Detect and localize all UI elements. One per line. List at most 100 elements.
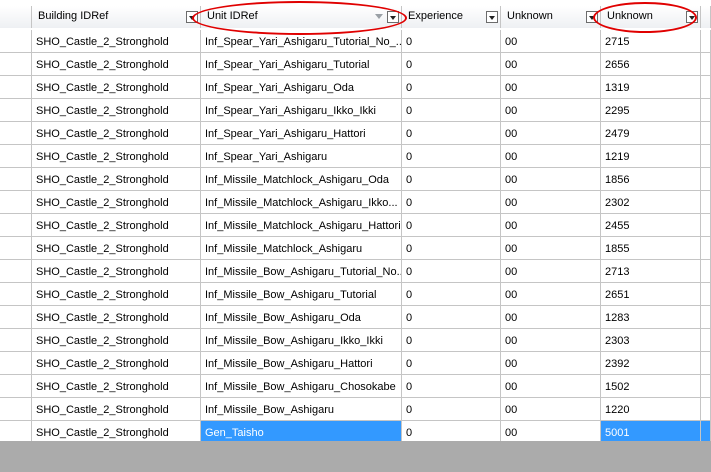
row-header[interactable] [0, 99, 32, 122]
unknown-1-cell[interactable]: 00 [501, 30, 601, 53]
experience-cell[interactable]: 0 [402, 237, 501, 260]
unit-idref-cell[interactable]: Inf_Missile_Bow_Ashigaru_Ikko_Ikki [201, 329, 402, 352]
unknown-2-cell[interactable]: 2302 [601, 191, 701, 214]
unit-idref-cell[interactable]: Inf_Spear_Yari_Ashigaru_Hattori [201, 122, 402, 145]
unknown-2-cell[interactable]: 2479 [601, 122, 701, 145]
building-idref-cell[interactable]: SHO_Castle_2_Stronghold [32, 168, 201, 191]
unit-idref-cell[interactable]: Inf_Missile_Bow_Ashigaru_Tutorial_No... [201, 260, 402, 283]
row-header[interactable] [0, 214, 32, 237]
experience-cell[interactable]: 0 [402, 76, 501, 99]
unknown-2-cell[interactable]: 1319 [601, 76, 701, 99]
unit-idref-cell[interactable]: Inf_Missile_Bow_Ashigaru [201, 398, 402, 421]
unknown-1-cell[interactable]: 00 [501, 421, 601, 441]
unknown-2-cell[interactable]: 2392 [601, 352, 701, 375]
row-header[interactable] [0, 168, 32, 191]
unknown-1-cell[interactable]: 00 [501, 76, 601, 99]
experience-cell[interactable]: 0 [402, 329, 501, 352]
column-header-experience[interactable]: Experience [402, 6, 501, 28]
unknown-1-cell[interactable]: 00 [501, 191, 601, 214]
table-row[interactable]: SHO_Castle_2_Stronghold Inf_Spear_Yari_As… [0, 99, 711, 122]
row-header[interactable] [0, 329, 32, 352]
table-row[interactable]: SHO_Castle_2_Stronghold Inf_Spear_Yari_As… [0, 76, 711, 99]
row-header[interactable] [0, 283, 32, 306]
table-row[interactable]: SHO_Castle_2_Stronghold Gen_Taisho 0 00 5001 [0, 421, 711, 441]
experience-cell[interactable]: 0 [402, 375, 501, 398]
table-row[interactable]: SHO_Castle_2_Stronghold Inf_Spear_Yari_As… [0, 122, 711, 145]
unknown-2-cell[interactable]: 1283 [601, 306, 701, 329]
row-header[interactable] [0, 145, 32, 168]
experience-cell[interactable]: 0 [402, 145, 501, 168]
unknown-1-cell[interactable]: 00 [501, 99, 601, 122]
table-row[interactable]: SHO_Castle_2_Stronghold Inf_Missile_Match… [0, 237, 711, 260]
building-idref-cell[interactable]: SHO_Castle_2_Stronghold [32, 421, 201, 441]
row-header[interactable] [0, 191, 32, 214]
building-idref-cell[interactable]: SHO_Castle_2_Stronghold [32, 145, 201, 168]
table-row[interactable]: SHO_Castle_2_Stronghold Inf_Missile_Match… [0, 168, 711, 191]
building-idref-cell[interactable]: SHO_Castle_2_Stronghold [32, 53, 201, 76]
building-idref-cell[interactable]: SHO_Castle_2_Stronghold [32, 76, 201, 99]
building-idref-cell[interactable]: SHO_Castle_2_Stronghold [32, 398, 201, 421]
row-header[interactable] [0, 122, 32, 145]
row-header[interactable] [0, 421, 32, 441]
unit-idref-cell[interactable]: Inf_Spear_Yari_Ashigaru_Ikko_Ikki [201, 99, 402, 122]
unknown-2-cell[interactable]: 2651 [601, 283, 701, 306]
unit-idref-cell[interactable]: Inf_Spear_Yari_Ashigaru [201, 145, 402, 168]
building-idref-cell[interactable]: SHO_Castle_2_Stronghold [32, 191, 201, 214]
table-row[interactable]: SHO_Castle_2_Stronghold Inf_Missile_Match… [0, 191, 711, 214]
row-header[interactable] [0, 375, 32, 398]
experience-cell[interactable]: 0 [402, 122, 501, 145]
building-idref-cell[interactable]: SHO_Castle_2_Stronghold [32, 237, 201, 260]
unknown-1-cell[interactable]: 00 [501, 283, 601, 306]
row-header[interactable] [0, 352, 32, 375]
building-idref-cell[interactable]: SHO_Castle_2_Stronghold [32, 99, 201, 122]
building-idref-cell[interactable]: SHO_Castle_2_Stronghold [32, 260, 201, 283]
unknown-2-cell[interactable]: 2303 [601, 329, 701, 352]
row-header[interactable] [0, 398, 32, 421]
unknown-1-cell[interactable]: 00 [501, 375, 601, 398]
unknown-1-cell[interactable]: 00 [501, 53, 601, 76]
unknown-2-cell[interactable]: 5001 [601, 421, 701, 441]
unit-idref-cell[interactable]: Inf_Missile_Matchlock_Ashigaru_Hattori [201, 214, 402, 237]
unit-idref-cell[interactable]: Inf_Missile_Matchlock_Ashigaru_Oda [201, 168, 402, 191]
unit-idref-cell[interactable]: Inf_Missile_Matchlock_Ashigaru_Ikko... [201, 191, 402, 214]
unknown-2-cell[interactable]: 1502 [601, 375, 701, 398]
experience-cell[interactable]: 0 [402, 421, 501, 441]
experience-cell[interactable]: 0 [402, 352, 501, 375]
unknown-1-cell[interactable]: 00 [501, 260, 601, 283]
table-row[interactable]: SHO_Castle_2_Stronghold Inf_Spear_Yari_As… [0, 53, 711, 76]
unknown-2-cell[interactable]: 2295 [601, 99, 701, 122]
table-row[interactable]: SHO_Castle_2_Stronghold Inf_Missile_Bow_A… [0, 398, 711, 421]
experience-cell[interactable]: 0 [402, 53, 501, 76]
unit-idref-cell[interactable]: Inf_Missile_Bow_Ashigaru_Tutorial [201, 283, 402, 306]
row-header[interactable] [0, 76, 32, 99]
unknown-1-cell[interactable]: 00 [501, 237, 601, 260]
table-row[interactable]: SHO_Castle_2_Stronghold Inf_Missile_Match… [0, 214, 711, 237]
building-idref-cell[interactable]: SHO_Castle_2_Stronghold [32, 214, 201, 237]
unknown-1-cell[interactable]: 00 [501, 352, 601, 375]
table-row[interactable]: SHO_Castle_2_Stronghold Inf_Missile_Bow_A… [0, 306, 711, 329]
table-row[interactable]: SHO_Castle_2_Stronghold Inf_Missile_Bow_A… [0, 375, 711, 398]
column-header-unknown-1[interactable]: Unknown [501, 6, 601, 28]
experience-cell[interactable]: 0 [402, 398, 501, 421]
experience-cell[interactable]: 0 [402, 306, 501, 329]
experience-cell[interactable]: 0 [402, 283, 501, 306]
unknown-2-cell[interactable]: 1220 [601, 398, 701, 421]
unknown-2-cell[interactable]: 1855 [601, 237, 701, 260]
unit-idref-cell[interactable]: Inf_Spear_Yari_Ashigaru_Oda [201, 76, 402, 99]
table-row[interactable]: SHO_Castle_2_Stronghold Inf_Missile_Bow_A… [0, 260, 711, 283]
unknown-2-cell[interactable]: 2656 [601, 53, 701, 76]
building-idref-cell[interactable]: SHO_Castle_2_Stronghold [32, 122, 201, 145]
unknown-2-cell[interactable]: 2455 [601, 214, 701, 237]
unit-idref-cell[interactable]: Inf_Missile_Bow_Ashigaru_Chosokabe [201, 375, 402, 398]
unit-idref-cell[interactable]: Inf_Missile_Matchlock_Ashigaru [201, 237, 402, 260]
unknown-1-cell[interactable]: 00 [501, 214, 601, 237]
unknown-2-cell[interactable]: 2715 [601, 30, 701, 53]
unknown-2-cell[interactable]: 1219 [601, 145, 701, 168]
table-row[interactable]: SHO_Castle_2_Stronghold Inf_Missile_Bow_A… [0, 352, 711, 375]
unit-idref-cell[interactable]: Inf_Missile_Bow_Ashigaru_Hattori [201, 352, 402, 375]
unknown-1-cell[interactable]: 00 [501, 168, 601, 191]
experience-cell[interactable]: 0 [402, 168, 501, 191]
experience-cell[interactable]: 0 [402, 191, 501, 214]
row-header[interactable] [0, 53, 32, 76]
row-header[interactable] [0, 237, 32, 260]
